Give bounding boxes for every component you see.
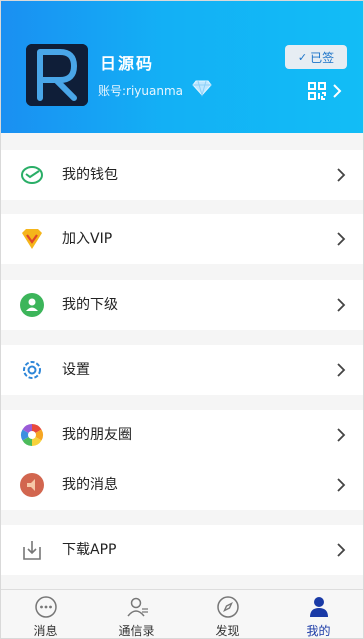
- chevron-right-icon: [336, 297, 346, 313]
- tab-label: 通信录: [118, 624, 155, 638]
- menu-label: 我的下级: [62, 297, 118, 313]
- user-icon: [20, 293, 44, 317]
- chevron-right-icon: [336, 362, 346, 378]
- diamond-icon: [192, 79, 212, 97]
- tab-label: 我的: [306, 624, 331, 638]
- chevron-right-icon: [336, 542, 346, 558]
- menu-item-vip[interactable]: 加入VIP: [0, 214, 364, 264]
- account-id: 账号:riyuanma: [98, 84, 184, 98]
- contacts-icon: [124, 595, 150, 619]
- signed-label: 已签: [310, 50, 335, 65]
- nickname: 日源码: [100, 54, 155, 73]
- menu-item-subordinates[interactable]: 我的下级: [0, 280, 364, 330]
- message-icon: [20, 473, 44, 497]
- compass-icon: [215, 595, 241, 619]
- gear-icon: [20, 358, 44, 382]
- chevron-right-icon: [336, 427, 346, 443]
- moments-icon: [20, 423, 44, 447]
- menu-item-wallet[interactable]: 我的钱包: [0, 150, 364, 200]
- menu-label: 我的钱包: [62, 167, 118, 183]
- tab-messages[interactable]: 消息: [0, 590, 91, 639]
- vip-icon: [20, 227, 44, 251]
- chevron-right-icon: [336, 477, 346, 493]
- tab-discover[interactable]: 发现: [182, 590, 273, 639]
- menu-label: 加入VIP: [62, 231, 113, 247]
- menu-item-moments[interactable]: 我的朋友圈: [0, 410, 364, 460]
- chevron-right-icon: [336, 167, 346, 183]
- tab-label: 消息: [33, 624, 58, 638]
- check-icon: ✓: [297, 50, 308, 64]
- tab-me[interactable]: 我的: [273, 590, 364, 639]
- menu-label: 我的消息: [62, 477, 118, 493]
- qr-code-icon[interactable]: [307, 81, 327, 101]
- tab-label: 发现: [215, 624, 240, 638]
- avatar[interactable]: [26, 44, 88, 106]
- menu-item-settings[interactable]: 设置: [0, 345, 364, 395]
- person-icon: [306, 595, 332, 619]
- chat-icon: [33, 595, 59, 619]
- menu-label: 下载APP: [62, 542, 117, 558]
- bottom-tab-bar: 消息 通信录 发现 我的: [0, 589, 364, 639]
- chevron-right-icon[interactable]: [331, 83, 343, 99]
- wallet-icon: [20, 163, 44, 187]
- menu-item-messages[interactable]: 我的消息: [0, 460, 364, 510]
- menu-item-download-app[interactable]: 下载APP: [0, 525, 364, 575]
- tab-contacts[interactable]: 通信录: [91, 590, 182, 639]
- profile-header: 日源码 账号:riyuanma ✓ 已签: [0, 0, 364, 133]
- menu-label: 我的朋友圈: [62, 427, 132, 443]
- menu-label: 设置: [62, 362, 90, 378]
- download-icon: [20, 538, 44, 562]
- chevron-right-icon: [336, 231, 346, 247]
- signed-badge[interactable]: ✓ 已签: [285, 45, 347, 69]
